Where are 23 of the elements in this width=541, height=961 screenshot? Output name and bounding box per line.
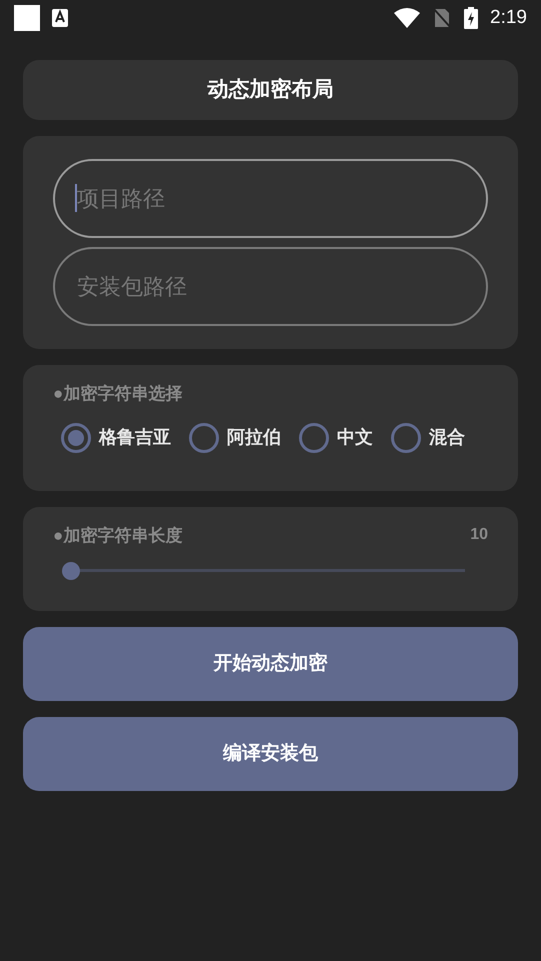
section-label: ●加密字符串长度: [53, 525, 182, 547]
slider-thumb[interactable]: [62, 562, 80, 580]
radio-button[interactable]: [61, 422, 91, 452]
length-value: 10: [470, 525, 488, 545]
path-input-field[interactable]: 安装包路径: [53, 247, 488, 326]
radio-label[interactable]: 格鲁吉亚: [99, 424, 171, 451]
radio-label[interactable]: 中文: [337, 424, 373, 451]
section-label: ●加密字符串选择: [53, 383, 184, 405]
path-input-field[interactable]: 项目路径: [53, 159, 488, 238]
font-icon: [52, 9, 68, 27]
battery-charging-icon: [464, 7, 478, 29]
notification-square-icon: [14, 5, 40, 31]
action-button[interactable]: 编译安装包: [23, 717, 518, 791]
radio-label[interactable]: 阿拉伯: [227, 424, 281, 451]
radio-label[interactable]: 混合: [429, 424, 465, 451]
radio-button[interactable]: [391, 422, 421, 452]
radio-button[interactable]: [189, 422, 219, 452]
radio-button[interactable]: [299, 422, 329, 452]
action-button[interactable]: 开始动态加密: [23, 627, 518, 701]
page-title: 动态加密布局: [208, 76, 334, 104]
text-cursor: [75, 184, 77, 212]
clock-time: 2:19: [490, 6, 527, 30]
wifi-icon: [394, 8, 420, 28]
